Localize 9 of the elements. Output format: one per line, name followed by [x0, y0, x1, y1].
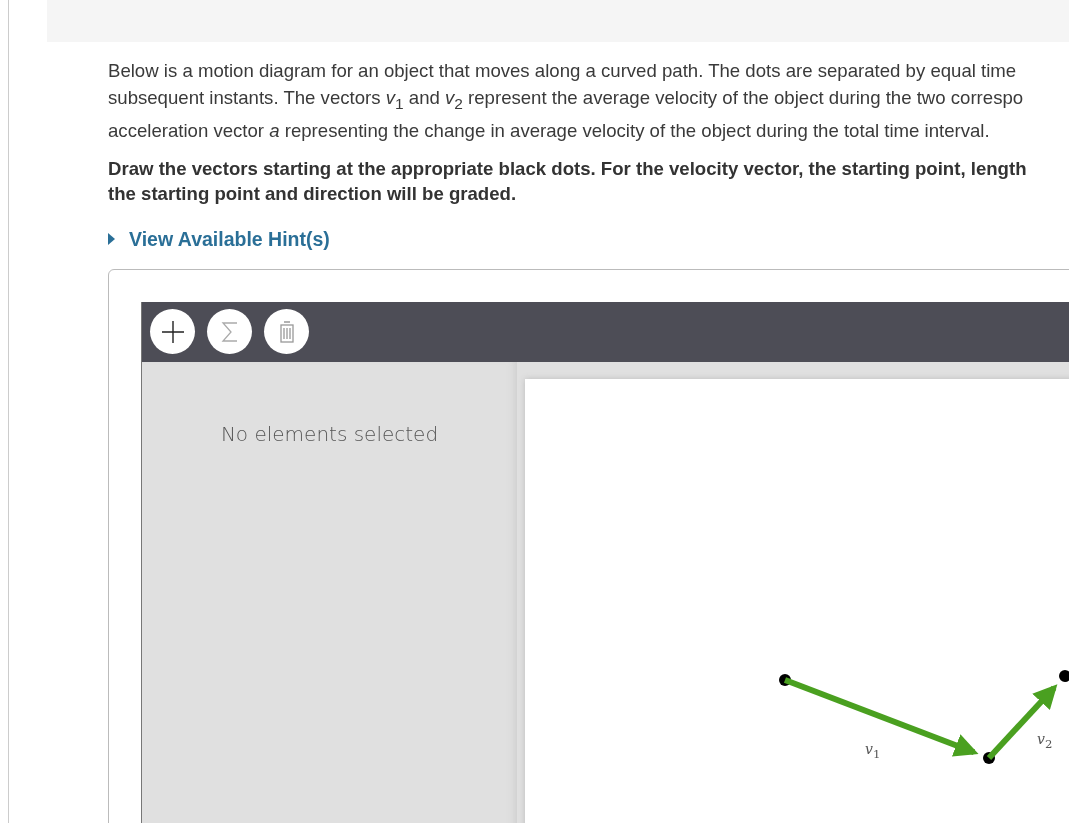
vector-label: v$_{2}$ [1037, 730, 1053, 751]
problem-text-line: Below is a motion diagram for an object that moves along a curved path. The dots are separated by equal time [108, 59, 1017, 83]
vector-label: v$_{1}$ [865, 740, 881, 761]
problem-text-line: subsequent instants. The vectors v$_{1}$ and v$_{2}$ represent the average velocity of the object during the two correspo [108, 86, 1024, 114]
instruction-text-line: the starting point and direction will be graded. [108, 181, 517, 206]
instruction-text-line: Draw the vectors starting at the appropriate black dots. For the velocity vector, the starting point, length [108, 156, 1027, 181]
status-message: No elements selected [220, 421, 439, 448]
problem-text-line: acceleration vector a representing the change in average velocity of the object during the total time interval. [108, 118, 990, 143]
hint-link[interactable]: View Available Hint(s) [108, 227, 330, 251]
